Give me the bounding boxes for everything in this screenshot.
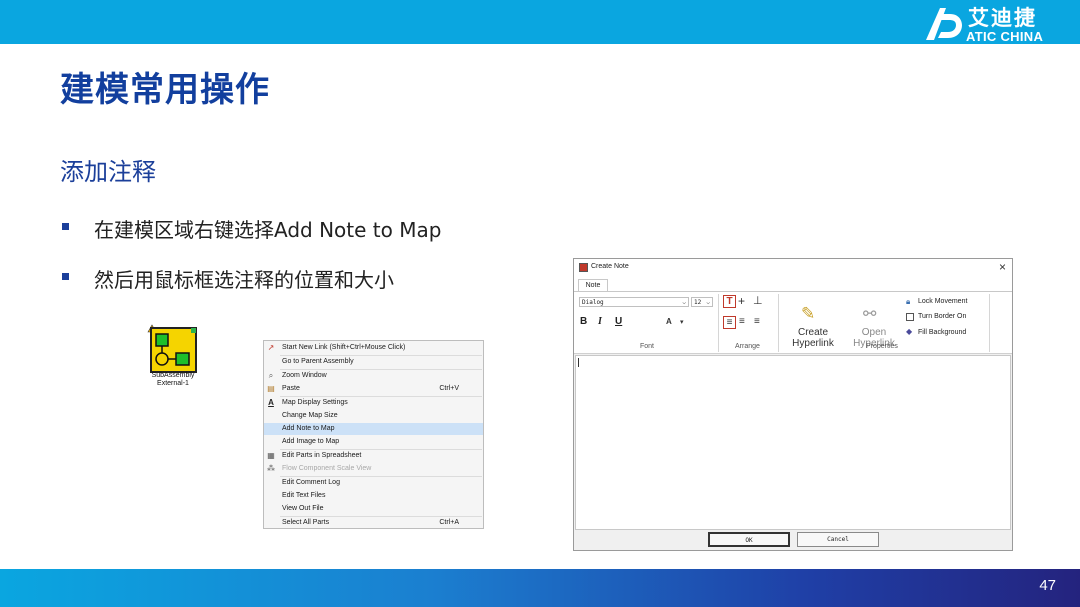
bullet-square-icon xyxy=(62,273,69,280)
bullet-square-icon xyxy=(62,223,69,230)
scale-icon: ⁂ xyxy=(267,464,275,473)
text-style-icon: A xyxy=(268,398,274,407)
note-ribbon: Note Dialog ⌵ 12 ⌵ B I U A ▾ Font T + ⊥ … xyxy=(574,276,1012,354)
text-top-align-icon[interactable]: T xyxy=(723,295,736,308)
menu-item-map-display-settings[interactable]: A Map Display Settings xyxy=(264,397,483,409)
menu-item-go-to-parent[interactable]: Go to Parent Assembly xyxy=(264,356,483,368)
tab-note[interactable]: Note xyxy=(578,279,608,291)
subassembly-block[interactable]: SubAssembly External-1 xyxy=(146,324,202,394)
turn-border-on-label[interactable]: Turn Border On xyxy=(918,313,966,320)
align-left-icon[interactable]: ≡ xyxy=(723,316,736,329)
subassembly-icon xyxy=(147,324,197,373)
page-number: 47 xyxy=(1039,577,1056,594)
close-icon[interactable]: × xyxy=(999,260,1006,274)
font-color-dropdown-icon[interactable]: ▾ xyxy=(680,318,684,326)
italic-button[interactable]: I xyxy=(598,316,602,327)
context-menu: ↗ Start New Link (Shift+Ctrl+Mouse Click… xyxy=(263,340,484,529)
menu-item-edit-text-files[interactable]: Edit Text Files xyxy=(264,490,483,502)
align-right-icon[interactable]: ≡ xyxy=(754,316,760,327)
font-name-select[interactable]: Dialog ⌵ xyxy=(579,297,689,307)
menu-item-start-new-link[interactable]: ↗ Start New Link (Shift+Ctrl+Mouse Click… xyxy=(264,342,483,354)
menu-item-add-image-to-map[interactable]: Add Image to Map xyxy=(264,436,483,448)
company-logo: 艾迪捷 ATIC CHINA xyxy=(922,2,1054,44)
create-hyperlink-icon[interactable]: ✎ xyxy=(801,304,815,324)
fill-background-label[interactable]: Fill Background xyxy=(918,329,966,336)
group-label-properties: Properties xyxy=(866,343,898,350)
align-bottom-icon[interactable]: ⊥ xyxy=(753,294,763,307)
menu-item-select-all-parts[interactable]: Select All Parts Ctrl+A xyxy=(264,517,483,529)
menu-item-zoom-window[interactable]: ⌕ Zoom Window xyxy=(264,370,483,382)
chevron-down-icon: ⌵ xyxy=(682,299,686,306)
app-icon xyxy=(579,263,588,272)
zoom-icon: ⌕ xyxy=(268,371,274,380)
font-color-button[interactable]: A xyxy=(666,317,672,326)
dialog-title: Create Note xyxy=(591,263,629,270)
tab-divider xyxy=(574,291,1012,292)
footer-bar: 47 xyxy=(0,569,1080,607)
menu-item-edit-parts-spreadsheet[interactable]: ▦ Edit Parts in Spreadsheet xyxy=(264,450,483,462)
slide-title: 建模常用操作 xyxy=(60,70,270,110)
group-label-arrange: Arrange xyxy=(735,343,760,350)
chevron-down-icon: ⌵ xyxy=(706,299,710,306)
ok-button[interactable]: OK xyxy=(708,532,790,547)
lock-icon: 🔒︎ xyxy=(906,297,911,306)
lock-movement-label[interactable]: Lock Movement xyxy=(918,298,967,305)
turn-border-on-checkbox[interactable] xyxy=(906,313,914,321)
font-size-select[interactable]: 12 ⌵ xyxy=(691,297,713,307)
menu-item-add-note-to-map[interactable]: Add Note to Map xyxy=(264,423,483,435)
cancel-button[interactable]: Cancel xyxy=(797,532,879,547)
text-caret xyxy=(578,358,579,367)
plus-icon[interactable]: + xyxy=(738,294,745,308)
bold-button[interactable]: B xyxy=(580,316,587,327)
paste-icon: ▤ xyxy=(267,384,275,393)
dialog-titlebar: Create Note × xyxy=(574,259,1012,276)
link-icon: ↗ xyxy=(267,343,275,352)
logo-english-text: ATIC CHINA xyxy=(966,29,1044,44)
menu-item-flow-component-scale-view: ⁂ Flow Component Scale View xyxy=(267,464,372,473)
group-divider xyxy=(989,294,990,352)
group-divider xyxy=(778,294,779,352)
open-hyperlink-icon: ⚯ xyxy=(863,306,877,323)
underline-button[interactable]: U xyxy=(615,316,622,327)
logo-mark-icon xyxy=(926,8,962,40)
align-center-icon[interactable]: ≡ xyxy=(739,316,745,327)
note-text-area[interactable] xyxy=(575,355,1011,530)
menu-item-paste[interactable]: ▤ Paste Ctrl+V xyxy=(264,383,483,395)
menu-item-view-out-file[interactable]: View Out File xyxy=(264,503,483,515)
menu-item-change-map-size[interactable]: Change Map Size xyxy=(264,410,483,422)
group-divider xyxy=(718,294,719,352)
create-note-dialog: Create Note × Note Dialog ⌵ 12 ⌵ B I U A… xyxy=(573,258,1013,551)
subassembly-label: SubAssembly External-1 xyxy=(151,372,195,387)
logo-chinese-text: 艾迪捷 xyxy=(968,6,1037,30)
fill-bucket-icon: ◆ xyxy=(906,327,913,336)
header-bar: 艾迪捷 ATIC CHINA xyxy=(0,0,1080,44)
menu-item-edit-comment-log[interactable]: Edit Comment Log xyxy=(264,477,483,489)
slide-subtitle: 添加注释 xyxy=(60,158,156,186)
bullet-text: 在建模区域右键选择Add Note to Map xyxy=(94,218,442,242)
spreadsheet-icon: ▦ xyxy=(267,451,275,460)
create-hyperlink-label[interactable]: Create Hyperlink xyxy=(781,327,845,349)
bullet-text: 然后用鼠标框选注释的位置和大小 xyxy=(94,268,394,292)
group-label-font: Font xyxy=(640,343,655,350)
